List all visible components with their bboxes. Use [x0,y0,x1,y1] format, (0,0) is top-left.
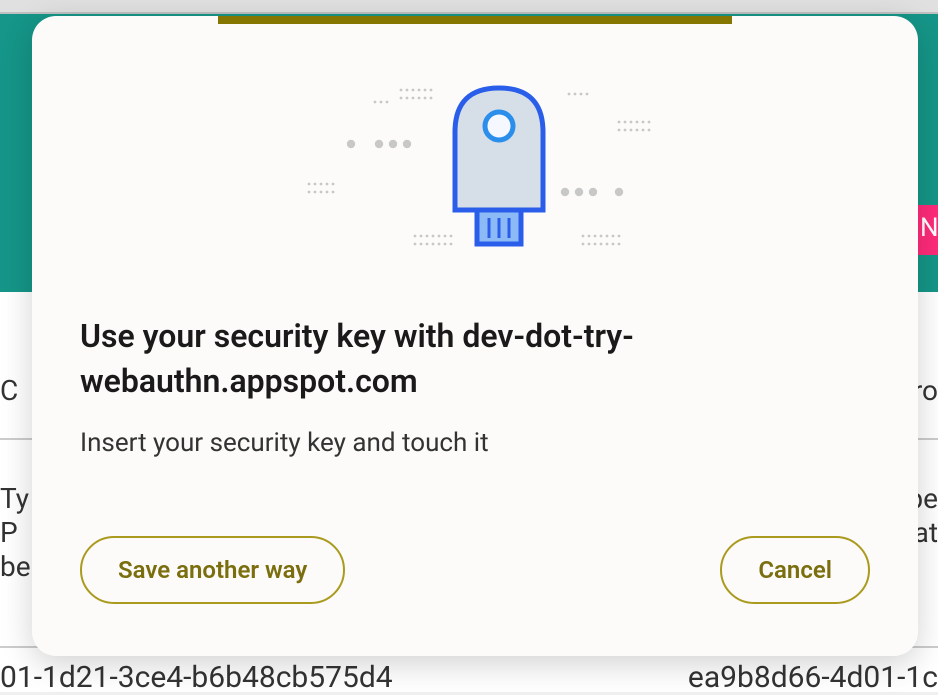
bg-text-fragment: C [0,374,18,407]
dialog-button-row: Save another way Cancel [32,488,918,644]
dialog-subtitle: Insert your security key and touch it [80,428,870,458]
partial-button-background: N [918,205,938,255]
save-another-way-button[interactable]: Save another way [80,536,345,604]
security-key-dialog: Use your security key with dev-dot-try-w… [32,16,918,656]
bg-text-fragment: be [0,550,31,583]
bg-credential-id-right: ea9b8d66-4d01-1c [688,660,938,695]
progress-bar [218,16,732,24]
dialog-content: Use your security key with dev-dot-try-w… [32,314,918,458]
security-key-illustration [32,24,918,314]
browser-chrome-strip [0,0,938,14]
bg-credential-id-left: 01-1d21-3ce4-b6b48cb575d4 [0,660,393,695]
cancel-button[interactable]: Cancel [720,536,870,604]
bg-text-fragment: Ty [0,482,29,515]
bg-text-fragment: P [0,516,18,549]
dialog-title: Use your security key with dev-dot-try-w… [80,314,870,404]
usb-key-icon [215,74,735,274]
